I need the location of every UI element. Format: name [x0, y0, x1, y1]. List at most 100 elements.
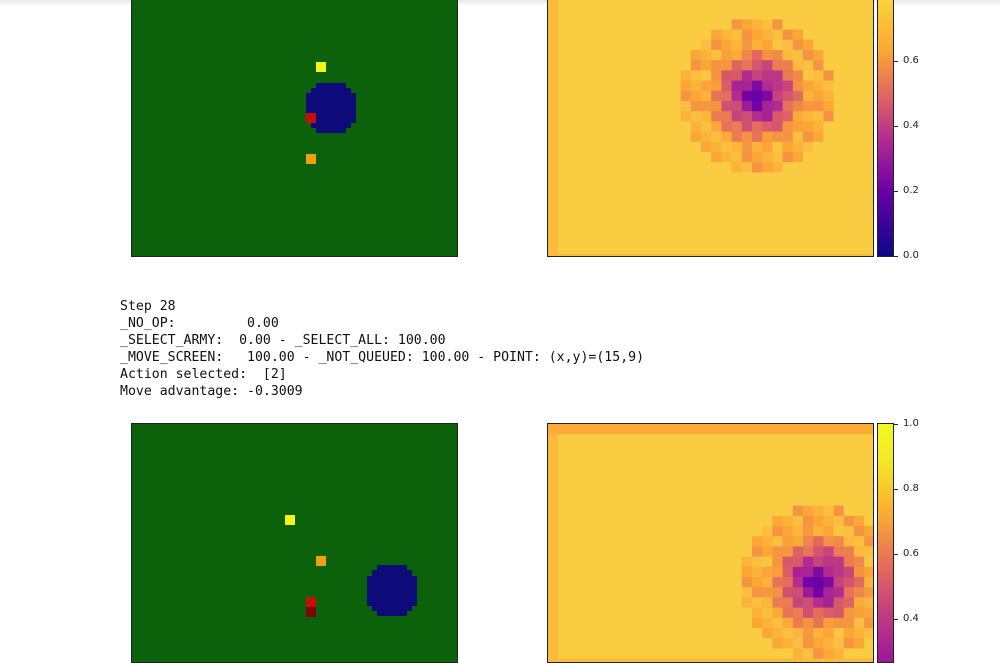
heatmap-cell — [548, 152, 559, 163]
heatmap-cell — [650, 101, 661, 112]
top-colorbar-tick-2: 0.2 — [894, 185, 919, 196]
heatmap-cell — [772, 233, 784, 245]
heatmap-cell — [558, 152, 569, 163]
heatmap-cell — [741, 162, 753, 173]
heatmap-cell — [762, 162, 773, 173]
heatmap-cell — [578, 577, 590, 588]
heatmap-cell — [639, 454, 651, 466]
heatmap-cell — [843, 152, 855, 163]
heatmap-cell — [772, 223, 784, 235]
heatmap-cell — [660, 536, 671, 547]
heatmap-cell — [772, 607, 784, 619]
heatmap-cell — [588, 464, 600, 476]
heatmap-cell — [701, 526, 712, 537]
heatmap-cell — [833, 566, 845, 578]
heatmap-cell — [629, 434, 641, 445]
heatmap-cell — [568, 70, 580, 82]
heatmap-cell — [629, 577, 641, 588]
heatmap-cell — [864, 19, 873, 31]
heatmap-cell — [548, 454, 559, 466]
heatmap-cell — [762, 131, 773, 143]
heatmap-cell — [782, 162, 794, 173]
heatmap-cell — [803, 495, 814, 507]
heatmap-cell — [854, 172, 865, 184]
heatmap-cell — [772, 587, 784, 598]
heatmap-cell — [803, 454, 814, 466]
heatmap-cell — [762, 638, 773, 649]
heatmap-cell — [609, 515, 620, 527]
heatmap-cell — [701, 475, 712, 486]
heatmap-cell — [864, 80, 873, 92]
heatmap-cell — [619, 90, 631, 102]
heatmap-cell — [762, 617, 773, 629]
heatmap-cell — [741, 464, 753, 476]
heatmap-cell — [772, 444, 784, 456]
heatmap-cell — [792, 515, 804, 527]
heatmap-cell — [721, 152, 733, 163]
heatmap-cell — [792, 19, 804, 31]
heatmap-cell — [762, 9, 773, 20]
heatmap-cell — [578, 152, 590, 163]
heatmap-cell — [772, 90, 784, 102]
heatmap-cell — [639, 577, 651, 588]
heatmap-cell — [650, 638, 661, 649]
heatmap-cell — [629, 19, 641, 31]
heatmap-cell — [680, 101, 692, 112]
heatmap-cell — [558, 39, 569, 51]
heatmap-cell — [558, 111, 569, 122]
heatmap-cell — [813, 243, 824, 255]
heatmap-cell — [711, 495, 722, 507]
heatmap-cell — [629, 233, 641, 245]
heatmap-cell — [588, 203, 600, 214]
heatmap-cell — [782, 131, 794, 143]
heatmap-cell — [701, 162, 712, 173]
heatmap-cell — [792, 607, 804, 619]
heatmap-cell — [568, 152, 580, 163]
heatmap-cell — [680, 536, 692, 547]
heatmap-cell — [548, 546, 559, 558]
heatmap-cell — [864, 243, 873, 255]
heatmap-cell — [731, 607, 743, 619]
heatmap-cell — [680, 111, 692, 122]
heatmap-cell — [690, 475, 702, 486]
heatmap-cell — [558, 131, 569, 143]
heatmap-cell — [803, 485, 814, 496]
heatmap-cell — [558, 597, 569, 609]
heatmap-cell — [823, 607, 835, 619]
heatmap-cell — [792, 9, 804, 20]
heatmap-cell — [843, 577, 855, 588]
heatmap-cell — [650, 223, 661, 235]
heatmap-cell — [833, 101, 845, 112]
heatmap-cell — [650, 19, 661, 31]
heatmap-cell — [599, 203, 610, 214]
heatmap-cell — [558, 515, 569, 527]
heatmap-cell — [670, 192, 682, 204]
heatmap-cell — [731, 80, 743, 92]
heatmap-cell — [680, 424, 692, 435]
heatmap-cell — [813, 101, 824, 112]
heatmap-cell — [558, 90, 569, 102]
heatmap-cell — [619, 597, 631, 609]
heatmap-cell — [762, 546, 773, 558]
heatmap-cell — [782, 111, 794, 122]
heatmap-cell — [854, 192, 865, 204]
heatmap-cell — [721, 60, 733, 71]
heatmap-cell — [792, 213, 804, 224]
heatmap-cell — [568, 111, 580, 122]
heatmap-cell — [690, 223, 702, 235]
heatmap-cell — [782, 19, 794, 31]
heatmap-cell — [772, 29, 784, 41]
heatmap-cell — [731, 424, 743, 435]
heatmap-cell — [792, 111, 804, 122]
heatmap-cell — [741, 70, 753, 82]
heatmap-cell — [741, 9, 753, 20]
heatmap-cell — [629, 495, 641, 507]
heatmap-cell — [650, 556, 661, 568]
heatmap-cell — [670, 495, 682, 507]
heatmap-cell — [568, 50, 580, 61]
heatmap-cell — [660, 424, 671, 435]
heatmap-cell — [701, 597, 712, 609]
heatmap-cell — [629, 566, 641, 578]
heatmap-cell — [588, 515, 600, 527]
heatmap-cell — [619, 141, 631, 153]
